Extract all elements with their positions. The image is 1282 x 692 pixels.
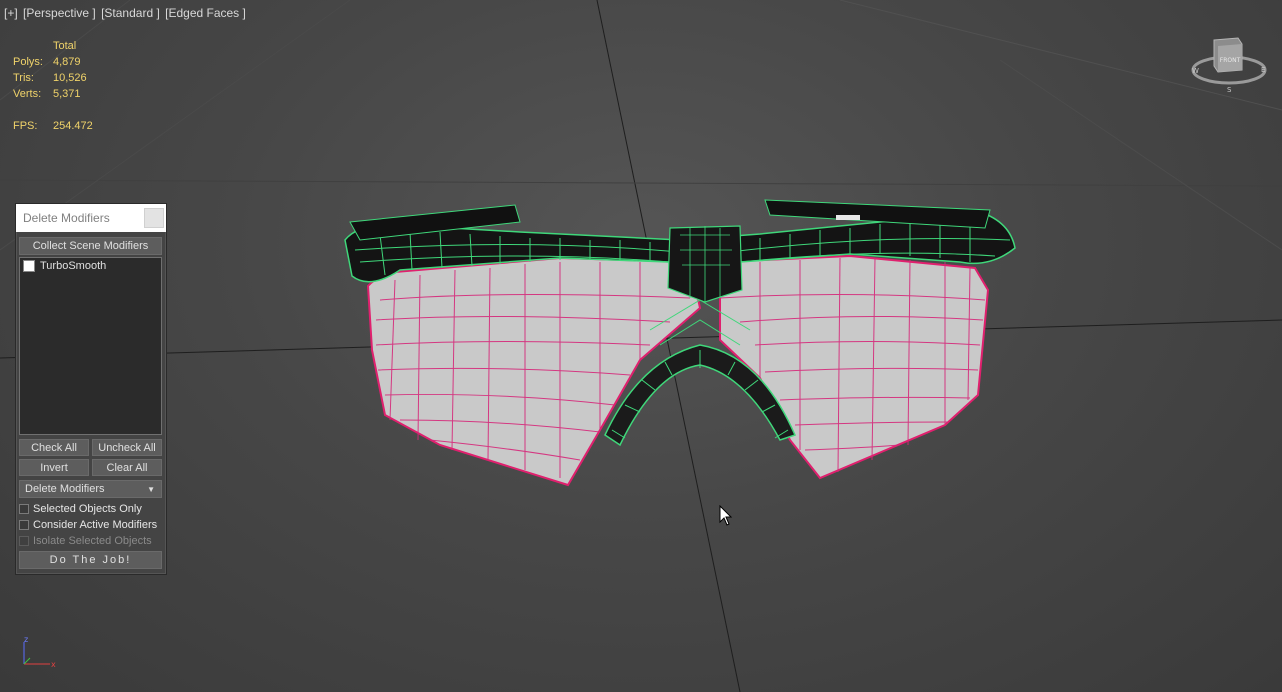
stats-value: 4,879 — [53, 56, 81, 68]
stats-label: Polys: — [13, 56, 43, 68]
invert-button[interactable]: Invert — [19, 459, 89, 476]
viewport-menu-perspective[interactable]: [Perspective ] — [23, 6, 96, 20]
checkbox-box — [19, 536, 29, 546]
collect-scene-modifiers-button[interactable]: Collect Scene Modifiers — [19, 237, 162, 255]
axis-tripod-icon: z x — [23, 635, 56, 669]
viewport-menu-plus[interactable]: [+] — [4, 6, 18, 20]
stats-label: Tris: — [13, 72, 34, 84]
compass-south-label[interactable]: S — [1227, 86, 1232, 94]
stats-value: 5,371 — [53, 88, 81, 100]
do-the-job-button[interactable]: Do The Job! — [19, 551, 162, 569]
fps-value: 254.472 — [53, 120, 93, 132]
mode-dropdown[interactable]: Delete Modifiers ▼ — [19, 480, 162, 498]
compass-west-label[interactable]: W — [1192, 67, 1199, 75]
viewcube-face-label[interactable]: FRONT — [1220, 57, 1241, 64]
isolate-selected-objects-checkbox: Isolate Selected Objects — [19, 535, 152, 547]
viewcube[interactable]: FRONT W E S — [1188, 34, 1270, 96]
viewport-canvas[interactable] — [0, 0, 1282, 692]
axis-x-label: x — [51, 660, 56, 669]
stats-label: Verts: — [13, 88, 42, 100]
checkbox-label: Consider Active Modifiers — [33, 519, 158, 531]
consider-active-modifiers-checkbox[interactable]: Consider Active Modifiers — [19, 519, 157, 531]
panel-title: Delete Modifiers — [23, 211, 110, 225]
viewport-label-bar[interactable]: [+] [Perspective ] [Standard ] [Edged Fa… — [4, 6, 248, 20]
clear-all-button[interactable]: Clear All — [92, 459, 162, 476]
stats-row-polys: Polys: 4,879 — [13, 54, 93, 70]
list-item-checkbox[interactable] — [23, 260, 35, 272]
modifier-list[interactable]: TurboSmooth — [19, 257, 162, 435]
checkbox-label: Isolate Selected Objects — [33, 535, 152, 547]
stats-value: 10,526 — [53, 72, 87, 84]
panel-titlebar[interactable]: Delete Modifiers — [16, 204, 166, 232]
chevron-down-icon: ▼ — [147, 484, 155, 494]
stats-row-tris: Tris: 10,526 — [13, 70, 93, 86]
fps-label: FPS: — [13, 120, 38, 132]
checkbox-box[interactable] — [19, 504, 29, 514]
stats-row-fps: FPS: 254.472 — [13, 118, 93, 134]
selected-objects-only-checkbox[interactable]: Selected Objects Only — [19, 503, 142, 515]
list-item[interactable]: TurboSmooth — [20, 258, 161, 274]
mouse-cursor-icon — [719, 505, 733, 526]
delete-modifiers-panel: Delete Modifiers Collect Scene Modifiers… — [15, 203, 167, 575]
stats-row-verts: Verts: 5,371 — [13, 86, 93, 102]
checkbox-box[interactable] — [19, 520, 29, 530]
axis-z-label: z — [24, 635, 28, 644]
checkbox-label: Selected Objects Only — [33, 503, 142, 515]
statistics-overlay: Total Polys: 4,879 Tris: 10,526 Verts: 5… — [13, 38, 93, 134]
glasses-model[interactable] — [344, 199, 1016, 487]
compass-east-label[interactable]: E — [1261, 66, 1265, 74]
check-all-button[interactable]: Check All — [19, 439, 89, 456]
close-button[interactable] — [144, 208, 164, 228]
stats-header: Total — [53, 40, 77, 52]
viewport-menu-edged-faces[interactable]: [Edged Faces ] — [165, 6, 246, 20]
mode-dropdown-value: Delete Modifiers — [25, 483, 105, 495]
uncheck-all-button[interactable]: Uncheck All — [92, 439, 162, 456]
list-item-label: TurboSmooth — [40, 260, 107, 272]
viewport-menu-shading[interactable]: [Standard ] — [101, 6, 160, 20]
